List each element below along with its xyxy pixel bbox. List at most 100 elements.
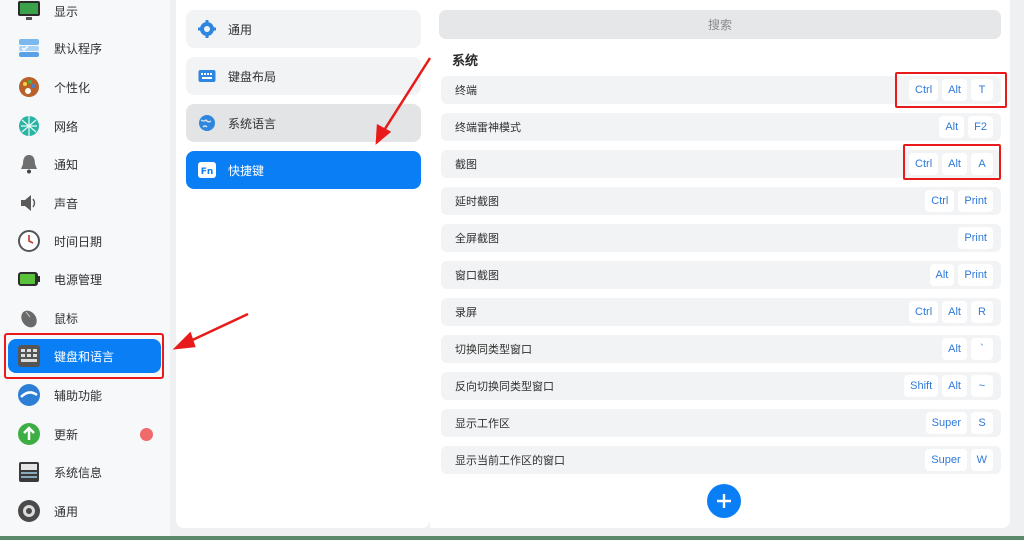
sidebar-item-sound[interactable]: 声音 xyxy=(8,186,161,220)
key-cap: Super xyxy=(925,449,967,471)
keyboard-layout-icon xyxy=(198,67,216,85)
sidebar-item-label: 更新 xyxy=(54,427,79,442)
shortcut-name: 反向切换同类型窗口 xyxy=(455,380,554,393)
bell-icon xyxy=(16,151,42,177)
key-cap: Ctrl xyxy=(925,190,955,212)
key-cap: F2 xyxy=(968,116,993,138)
shortcut-keys[interactable]: Alt F2 xyxy=(939,116,993,138)
key-cap: Print xyxy=(958,190,993,212)
gear-icon xyxy=(198,20,216,38)
shortcut-keys[interactable]: Ctrl Print xyxy=(925,190,993,212)
shortcut-keys[interactable]: Alt ` xyxy=(942,338,993,360)
key-cap: R xyxy=(971,301,993,323)
key-cap: Alt xyxy=(942,153,967,175)
shortcut-keys[interactable]: Print xyxy=(958,227,993,249)
add-shortcut-button[interactable] xyxy=(707,484,741,518)
shortcut-row[interactable]: 显示工作区 Super S xyxy=(441,409,1001,437)
shortcut-row[interactable]: 截图 Ctrl Alt A xyxy=(441,150,1001,178)
key-cap: Alt xyxy=(942,338,967,360)
mouse-icon xyxy=(16,305,42,331)
sidebar-item-display[interactable]: 显示 xyxy=(8,0,161,28)
palette-icon xyxy=(16,74,42,100)
shortcut-keys[interactable]: Ctrl Alt T xyxy=(909,79,993,101)
system-info-icon xyxy=(16,459,42,485)
battery-icon xyxy=(16,266,42,292)
shortcut-row[interactable]: 显示当前工作区的窗口 Super W xyxy=(441,446,1001,474)
subnav-item-label: 通用 xyxy=(228,22,253,37)
shortcut-row[interactable]: 窗口截图 Alt Print xyxy=(441,261,1001,289)
network-icon xyxy=(16,113,42,139)
key-cap: Shift xyxy=(904,375,939,397)
shortcut-row[interactable]: 终端雷神模式 Alt F2 xyxy=(441,113,1001,141)
shortcut-keys[interactable]: Super W xyxy=(925,449,993,471)
speaker-icon xyxy=(16,190,42,216)
search-input[interactable]: 搜索 xyxy=(439,10,1001,39)
general-icon xyxy=(16,498,42,524)
sidebar-item-general[interactable]: 通用 xyxy=(8,494,161,528)
fn-icon: Fn xyxy=(198,161,216,179)
key-cap: Alt xyxy=(942,301,967,323)
shortcut-keys[interactable]: Ctrl Alt A xyxy=(909,153,993,175)
svg-text:Fn: Fn xyxy=(201,167,214,177)
keyboard-subnav-panel: 通用 键盘布局 系统语言 Fn 快捷键 xyxy=(176,0,430,528)
shortcuts-panel: 搜索 系统 终端 Ctrl Alt T 终端雷神模式 Alt F2 截图 Ctrl Alt A 延时截… xyxy=(430,0,1010,528)
key-cap: Ctrl xyxy=(909,153,939,175)
subnav-item-general[interactable]: 通用 xyxy=(186,10,421,48)
key-cap: Alt xyxy=(939,116,965,138)
subnav-item-keyboard-layout[interactable]: 键盘布局 xyxy=(186,57,421,95)
sidebar-item-label: 鼠标 xyxy=(54,311,79,326)
shortcut-name: 显示工作区 xyxy=(455,417,510,430)
shortcut-keys[interactable]: Alt Print xyxy=(929,264,993,286)
shortcut-name: 全屏截图 xyxy=(455,232,499,245)
sidebar-item-label: 声音 xyxy=(54,196,79,211)
globe-icon xyxy=(198,114,216,132)
subnav-item-shortcuts[interactable]: Fn 快捷键 xyxy=(186,151,421,189)
shortcut-row[interactable]: 延时截图 Ctrl Print xyxy=(441,187,1001,215)
shortcut-row[interactable]: 反向切换同类型窗口 Shift Alt ~ xyxy=(441,372,1001,400)
subnav-item-label: 键盘布局 xyxy=(228,69,277,84)
shortcut-row[interactable]: 录屏 Ctrl Alt R xyxy=(441,298,1001,326)
sidebar-item-mouse[interactable]: 鼠标 xyxy=(8,301,161,335)
shortcut-name: 录屏 xyxy=(455,306,477,319)
shortcut-name: 终端雷神模式 xyxy=(455,121,521,134)
sidebar-item-notification[interactable]: 通知 xyxy=(8,147,161,181)
update-icon xyxy=(16,421,42,447)
desktop-edge xyxy=(0,536,1024,540)
sidebar-item-network[interactable]: 网络 xyxy=(8,109,161,143)
shortcut-name: 截图 xyxy=(455,158,477,171)
sidebar-item-system-info[interactable]: 系统信息 xyxy=(8,455,161,489)
sidebar-item-accessibility[interactable]: 辅助功能 xyxy=(8,378,161,412)
key-cap: Ctrl xyxy=(909,301,939,323)
update-badge xyxy=(140,428,153,441)
shortcut-keys[interactable]: Ctrl Alt R xyxy=(909,301,993,323)
sidebar-item-keyboard-language[interactable]: 键盘和语言 xyxy=(8,339,161,373)
clock-icon xyxy=(16,228,42,254)
subnav-item-system-language[interactable]: 系统语言 xyxy=(186,104,421,142)
sidebar-item-datetime[interactable]: 时间日期 xyxy=(8,224,161,258)
key-cap: T xyxy=(971,79,993,101)
accessibility-icon xyxy=(16,382,42,408)
sidebar-item-update[interactable]: 更新 xyxy=(8,417,161,451)
sidebar-item-default-apps[interactable]: 默认程序 xyxy=(8,31,161,65)
shortcut-name: 终端 xyxy=(455,84,477,97)
shortcut-row[interactable]: 切换同类型窗口 Alt ` xyxy=(441,335,1001,363)
sidebar-item-label: 显示 xyxy=(54,4,79,19)
key-cap: Alt xyxy=(929,264,955,286)
shortcut-row[interactable]: 终端 Ctrl Alt T xyxy=(441,76,1001,104)
sidebar-item-label: 通知 xyxy=(54,157,79,172)
shortcut-keys[interactable]: Super S xyxy=(925,412,993,434)
sidebar-item-personalization[interactable]: 个性化 xyxy=(8,70,161,104)
sidebar-item-label: 网络 xyxy=(54,119,79,134)
keyboard-icon xyxy=(16,343,42,369)
key-cap: Print xyxy=(958,264,993,286)
key-cap: ` xyxy=(971,338,993,360)
shortcut-name: 窗口截图 xyxy=(455,269,499,282)
shortcut-keys[interactable]: Shift Alt ~ xyxy=(904,375,993,397)
shortcut-row[interactable]: 全屏截图 Print xyxy=(441,224,1001,252)
sidebar-item-label: 系统信息 xyxy=(54,465,103,480)
key-cap: Ctrl xyxy=(909,79,939,101)
key-cap: S xyxy=(971,412,993,434)
subnav-item-label: 快捷键 xyxy=(228,163,265,178)
sidebar-item-power[interactable]: 电源管理 xyxy=(8,262,161,296)
plus-icon xyxy=(717,494,731,508)
